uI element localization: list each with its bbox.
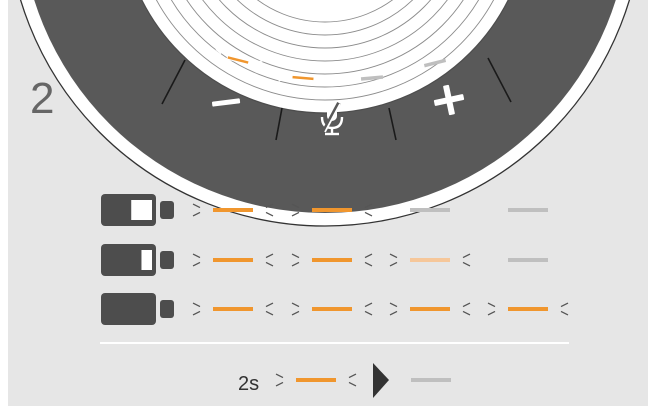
battery-row-1-led-4	[508, 208, 548, 212]
battery-empty-area	[131, 200, 152, 220]
battery-body	[101, 293, 156, 325]
legend-led-off-bar	[411, 378, 451, 382]
battery-row-2-led-3-bar	[410, 258, 450, 262]
battery-row-2-led-4	[508, 258, 548, 262]
battery-row-3-led-1-bar	[213, 307, 253, 311]
battery-row-1-led-1-bar	[213, 208, 253, 212]
battery-status-diagram: 2 2s	[0, 0, 650, 406]
step-number: 2	[30, 74, 54, 123]
battery-row-2-led-2-bar	[312, 258, 352, 262]
legend-led-blinking-bar	[296, 378, 336, 382]
battery-terminal	[160, 201, 174, 219]
battery-row-1-led-3	[410, 208, 450, 212]
legend-led-off	[411, 378, 451, 382]
legend-led-to	[411, 378, 451, 382]
battery-row-1-led-2-bar	[312, 208, 352, 212]
battery-row-3-led-4-bar	[508, 307, 548, 311]
battery-empty-area	[141, 250, 152, 270]
battery-row-3-led-2-bar	[312, 307, 352, 311]
diagram-canvas: 2 2s	[8, 0, 648, 406]
battery-terminal	[160, 300, 174, 318]
battery-row-2-led-4-bar	[508, 258, 548, 262]
battery-row-1-led-4-bar	[508, 208, 548, 212]
battery-row-3-led-3-bar	[410, 307, 450, 311]
battery-row-2-led-1-bar	[213, 258, 253, 262]
battery-terminal	[160, 251, 174, 269]
legend-duration-label: 2s	[238, 373, 259, 395]
battery-row-1-led-3-bar	[410, 208, 450, 212]
